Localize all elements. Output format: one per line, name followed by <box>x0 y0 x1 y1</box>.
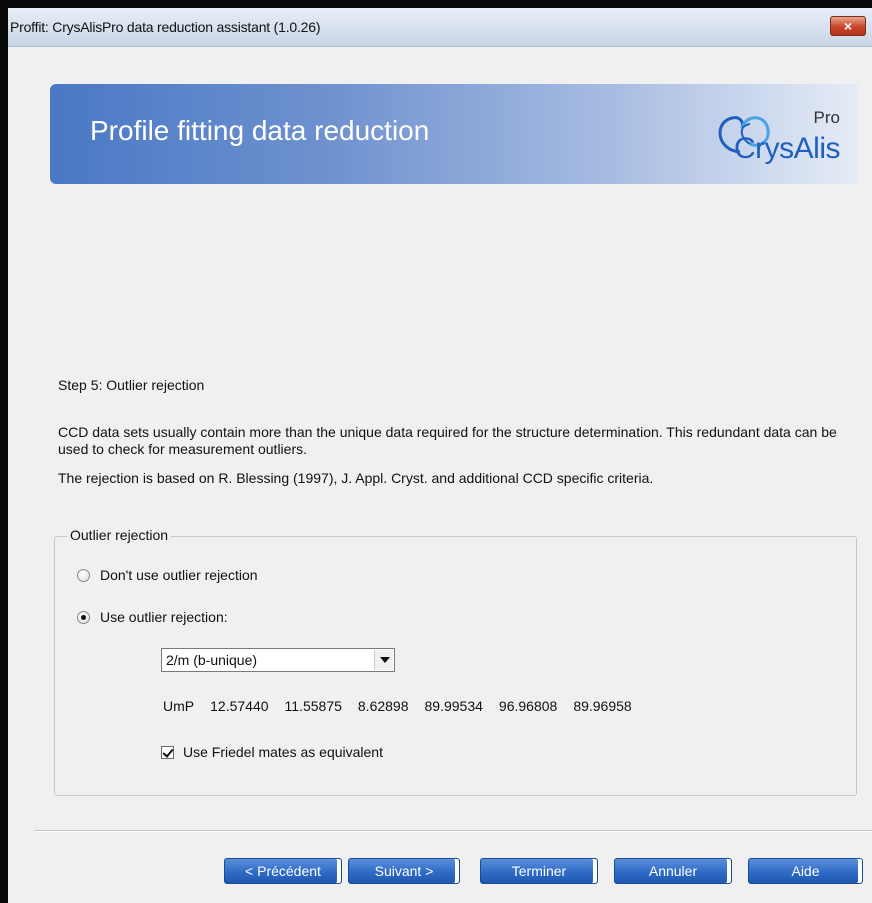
logo-pro-text: Pro <box>813 108 840 127</box>
checkbox-checked-icon[interactable] <box>161 745 174 759</box>
ump-value: 89.99534 <box>424 698 483 714</box>
crysalis-logo: Pro CrysAlis <box>674 102 844 172</box>
ump-value: 8.62898 <box>357 698 409 714</box>
unit-cell-parameters: UmP 12.57440 11.55875 8.62898 89.99534 9… <box>163 698 648 714</box>
cancel-button[interactable]: Annuler <box>614 858 732 884</box>
ump-label: UmP <box>163 698 195 714</box>
step-description: CCD data sets usually contain more than … <box>58 424 837 457</box>
step-note: The rejection is based on R. Blessing (1… <box>58 470 654 486</box>
radio-button-selected-icon[interactable] <box>77 610 90 624</box>
dropdown-value: 2/m (b-unique) <box>166 652 258 668</box>
window-title: Proffit: CrysAlisPro data reduction assi… <box>10 19 321 35</box>
group-legend: Outlier rejection <box>67 527 172 543</box>
ump-value: 96.96808 <box>498 698 558 714</box>
logo-wordmark: CrysAlis <box>734 132 841 165</box>
header-banner: Profile fitting data reduction Pro CrysA… <box>50 84 858 184</box>
radio-label: Don't use outlier rejection <box>100 567 258 583</box>
help-button[interactable]: Aide <box>748 858 863 884</box>
chevron-down-icon[interactable] <box>374 650 393 670</box>
checkbox-label: Use Friedel mates as equivalent <box>183 744 383 760</box>
close-icon: × <box>843 18 853 34</box>
close-button[interactable]: × <box>830 16 866 36</box>
outlier-rejection-group: Outlier rejection Don't use outlier reje… <box>54 527 857 796</box>
ump-value: 11.55875 <box>284 698 342 714</box>
laue-class-dropdown[interactable]: 2/m (b-unique) <box>161 648 395 672</box>
dialog-window: Proffit: CrysAlisPro data reduction assi… <box>2 8 872 903</box>
next-button[interactable]: Suivant > <box>348 858 460 884</box>
ump-value: 12.57440 <box>210 698 269 714</box>
separator-line <box>34 830 872 832</box>
previous-button[interactable]: < Précédent <box>224 858 342 884</box>
radio-no-outlier-rejection[interactable]: Don't use outlier rejection <box>77 567 258 583</box>
step-title: Step 5: Outlier rejection <box>58 377 205 393</box>
finish-button[interactable]: Terminer <box>480 858 598 884</box>
radio-button-icon[interactable] <box>77 568 90 582</box>
radio-label: Use outlier rejection: <box>100 609 228 625</box>
ump-value: 89.96958 <box>573 698 632 714</box>
friedel-mates-checkbox-row[interactable]: Use Friedel mates as equivalent <box>161 744 383 760</box>
banner-title: Profile fitting data reduction <box>90 115 430 146</box>
title-bar[interactable]: Proffit: CrysAlisPro data reduction assi… <box>8 8 872 47</box>
radio-use-outlier-rejection[interactable]: Use outlier rejection: <box>77 609 228 625</box>
